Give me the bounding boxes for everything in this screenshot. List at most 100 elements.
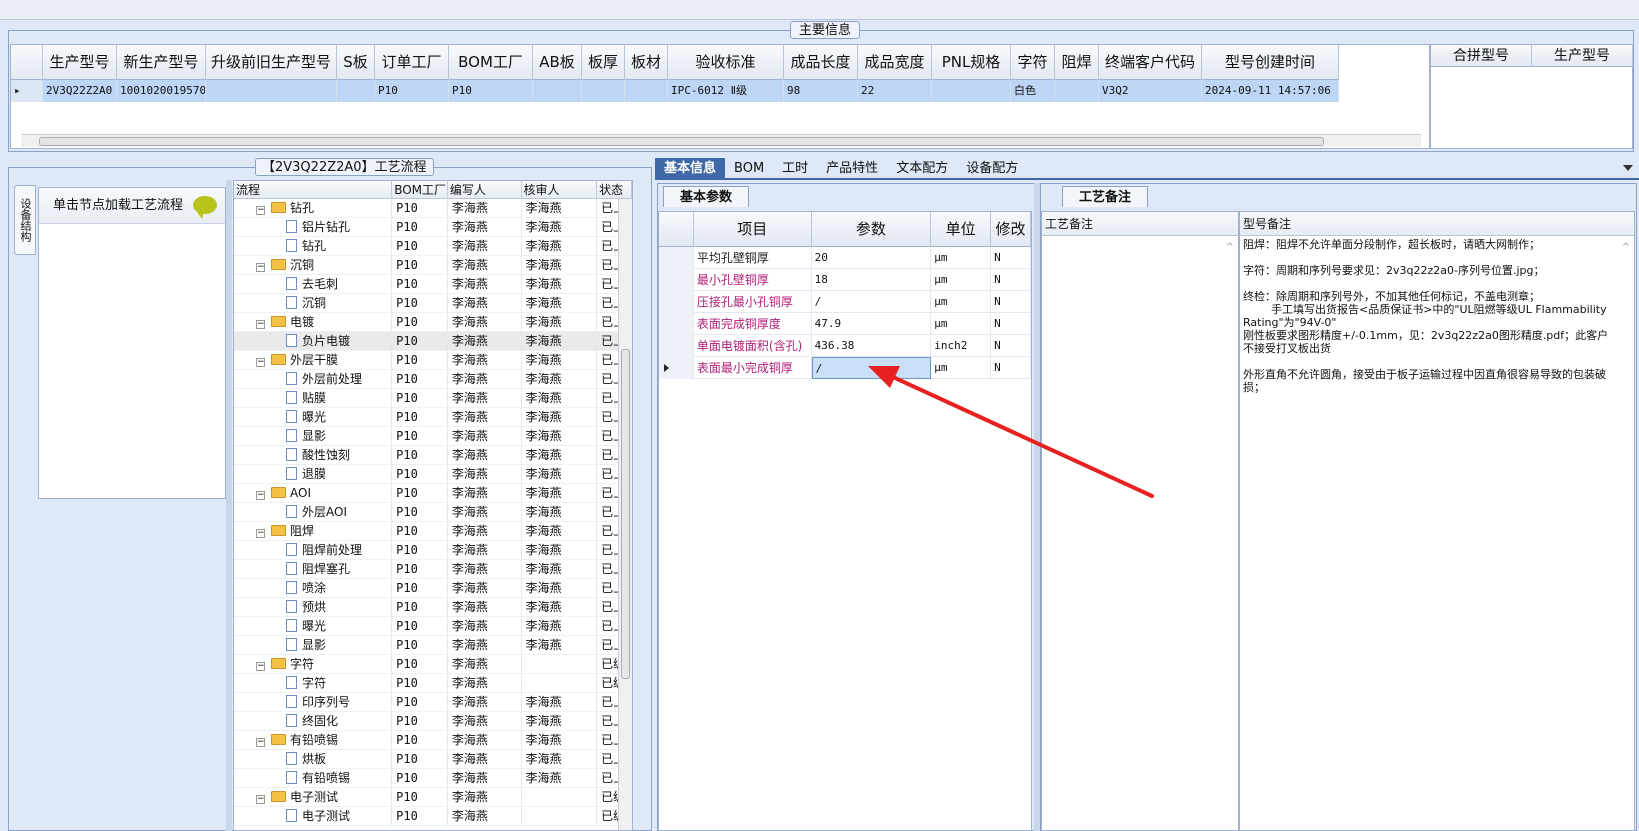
param-value-cell[interactable]: / bbox=[812, 291, 932, 313]
tree-node[interactable]: 阻焊塞孔 bbox=[234, 560, 393, 579]
column-header[interactable]: 阻焊 bbox=[1055, 45, 1099, 80]
row-selector[interactable] bbox=[659, 357, 694, 379]
row-selector-header[interactable] bbox=[659, 212, 694, 247]
chevron-down-icon[interactable] bbox=[1623, 165, 1633, 171]
tree-step-row[interactable]: 电子测试P10李海燕已编写 bbox=[234, 807, 632, 826]
tree-step-row[interactable]: 退膜P10李海燕李海燕已上风 bbox=[234, 465, 632, 484]
tree-group-row[interactable]: −外层干膜P10李海燕李海燕已上风 bbox=[234, 351, 632, 370]
tree-node[interactable]: 电子测试 bbox=[234, 807, 393, 826]
grid-cell[interactable] bbox=[932, 80, 1011, 102]
tree-node[interactable]: 外层前处理 bbox=[234, 370, 393, 389]
collapse-toggle-icon[interactable]: − bbox=[256, 491, 265, 500]
column-header[interactable]: 生产型号 bbox=[1532, 45, 1633, 67]
tree-group-row[interactable]: −有铅喷锡P10李海燕李海燕已上风 bbox=[234, 731, 632, 750]
column-header[interactable]: 订单工厂 bbox=[375, 45, 449, 80]
tree-node[interactable]: − 电子测试 bbox=[234, 788, 393, 807]
tree-step-row[interactable]: 喷涂P10李海燕李海燕已上风 bbox=[234, 579, 632, 598]
grid-cell[interactable] bbox=[625, 80, 668, 102]
tree-node[interactable]: − 外层干膜 bbox=[234, 351, 393, 370]
tree-node[interactable]: 曝光 bbox=[234, 408, 393, 427]
tree-step-row[interactable]: 显影P10李海燕李海燕已上风 bbox=[234, 636, 632, 655]
column-header[interactable]: 字符 bbox=[1011, 45, 1055, 80]
tree-step-row[interactable]: 铝片钻孔P10李海燕李海燕已上风 bbox=[234, 218, 632, 237]
column-header[interactable]: S板 bbox=[337, 45, 375, 80]
column-header[interactable]: 板厚 bbox=[582, 45, 625, 80]
column-header[interactable]: 板材 bbox=[625, 45, 668, 80]
column-header[interactable]: PNL规格 bbox=[932, 45, 1011, 80]
grid-cell[interactable]: 2V3Q22Z2A0 bbox=[43, 80, 117, 102]
row-selector[interactable] bbox=[659, 291, 694, 313]
tab-4[interactable]: 文本配方 bbox=[887, 158, 957, 179]
grid-cell[interactable] bbox=[206, 80, 337, 102]
collapse-toggle-icon[interactable]: − bbox=[256, 662, 265, 671]
grid-cell[interactable]: V3Q2 bbox=[1099, 80, 1202, 102]
row-selector[interactable] bbox=[659, 269, 694, 291]
tree-node[interactable]: − 沉铜 bbox=[234, 256, 393, 275]
tree-node[interactable]: 外层AOI bbox=[234, 503, 393, 522]
tree-step-row[interactable]: 钻孔P10李海燕李海燕已上风 bbox=[234, 237, 632, 256]
collapse-toggle-icon[interactable]: − bbox=[256, 738, 265, 747]
tree-node[interactable]: 退膜 bbox=[234, 465, 393, 484]
tree-step-row[interactable]: 预烘P10李海燕李海燕已上风 bbox=[234, 598, 632, 617]
tree-node[interactable]: 预烘 bbox=[234, 598, 393, 617]
tree-step-row[interactable]: 有铅喷锡P10李海燕李海燕已上风 bbox=[234, 769, 632, 788]
tab-basic-params[interactable]: 基本参数 bbox=[663, 186, 750, 207]
tree-step-row[interactable]: 曝光P10李海燕李海燕已上风 bbox=[234, 617, 632, 636]
tree-node[interactable]: 显影 bbox=[234, 636, 393, 655]
tree-node[interactable]: 去毛刺 bbox=[234, 275, 393, 294]
column-header[interactable]: 升级前旧生产型号 bbox=[206, 45, 337, 80]
column-header[interactable]: BOM工厂 bbox=[392, 181, 448, 199]
tree-step-row[interactable]: 终固化P10李海燕李海燕已上风 bbox=[234, 712, 632, 731]
tree-step-row[interactable]: 酸性蚀刻P10李海燕李海燕已上风 bbox=[234, 446, 632, 465]
tree-group-row[interactable]: −电镀P10李海燕李海燕已上风 bbox=[234, 313, 632, 332]
tree-node[interactable]: 终固化 bbox=[234, 712, 393, 731]
tree-node[interactable]: 曝光 bbox=[234, 617, 393, 636]
scroll-up-icon[interactable]: ^ bbox=[1226, 242, 1234, 253]
grid-cell[interactable] bbox=[582, 80, 625, 102]
tree-node[interactable]: − 阻焊 bbox=[234, 522, 393, 541]
column-header[interactable]: 编写人 bbox=[448, 181, 522, 199]
grid-cell[interactable]: P10 bbox=[449, 80, 533, 102]
tree-node[interactable]: 钻孔 bbox=[234, 237, 393, 256]
column-header[interactable]: 核审人 bbox=[522, 181, 598, 199]
collapse-toggle-icon[interactable]: − bbox=[256, 529, 265, 538]
table-row[interactable]: ▸ 2V3Q22Z2A0 10010200195707 P10 P10 IPC-6012 … bbox=[11, 80, 1339, 102]
param-value-cell[interactable]: 20 bbox=[812, 247, 932, 269]
tree-node[interactable]: − 电镀 bbox=[234, 313, 393, 332]
collapse-toggle-icon[interactable]: − bbox=[256, 263, 265, 272]
column-header[interactable]: BOM工厂 bbox=[449, 45, 533, 80]
tree-group-row[interactable]: −字符P10李海燕已编写 bbox=[234, 655, 632, 674]
splitter[interactable] bbox=[226, 180, 232, 831]
param-value-cell[interactable]: 436.38 bbox=[812, 335, 932, 357]
row-selector[interactable] bbox=[659, 247, 694, 269]
param-value-cell[interactable]: 18 bbox=[812, 269, 932, 291]
column-header[interactable]: 成品宽度 bbox=[858, 45, 932, 80]
process-notes-box[interactable]: 工艺备注 ^ bbox=[1041, 211, 1239, 831]
tab-process-notes[interactable]: 工艺备注 bbox=[1062, 186, 1149, 207]
collapse-toggle-icon[interactable]: − bbox=[256, 795, 265, 804]
tree-group-row[interactable]: −钻孔P10李海燕李海燕已上风 bbox=[234, 199, 632, 218]
tree-group-row[interactable]: −沉铜P10李海燕李海燕已上风 bbox=[234, 256, 632, 275]
tree-node[interactable]: − 钻孔 bbox=[234, 199, 393, 218]
grid-cell[interactable]: P10 bbox=[375, 80, 449, 102]
row-selector-header[interactable] bbox=[11, 45, 43, 80]
grid-cell[interactable]: 白色 bbox=[1011, 80, 1055, 102]
grid-cell[interactable]: IPC-6012 Ⅱ级 bbox=[668, 80, 784, 102]
collapse-toggle-icon[interactable]: − bbox=[256, 358, 265, 367]
tab-0[interactable]: 基本信息 bbox=[655, 158, 726, 179]
column-header[interactable]: 合拼型号 bbox=[1431, 45, 1532, 67]
tree-node[interactable]: 铝片钻孔 bbox=[234, 218, 393, 237]
column-header[interactable]: 型号创建时间 bbox=[1202, 45, 1339, 80]
tree-node[interactable]: 贴膜 bbox=[234, 389, 393, 408]
hint-header[interactable]: 单击节点加载工艺流程 bbox=[39, 188, 225, 224]
tree-node[interactable]: 酸性蚀刻 bbox=[234, 446, 393, 465]
grid-cell[interactable] bbox=[533, 80, 582, 102]
tree-node[interactable]: 印序列号 bbox=[234, 693, 393, 712]
param-row[interactable]: 平均孔壁铜厚 20 μm N bbox=[659, 247, 1031, 269]
column-header[interactable]: 新生产型号 bbox=[117, 45, 206, 80]
grid-cell[interactable] bbox=[1055, 80, 1099, 102]
column-header[interactable]: 验收标准 bbox=[668, 45, 784, 80]
tree-step-row[interactable]: 沉铜P10李海燕李海燕已上风 bbox=[234, 294, 632, 313]
param-row[interactable]: 单面电镀面积(含孔) 436.38 inch2 N bbox=[659, 335, 1031, 357]
tree-step-row[interactable]: 外层前处理P10李海燕李海燕已上风 bbox=[234, 370, 632, 389]
